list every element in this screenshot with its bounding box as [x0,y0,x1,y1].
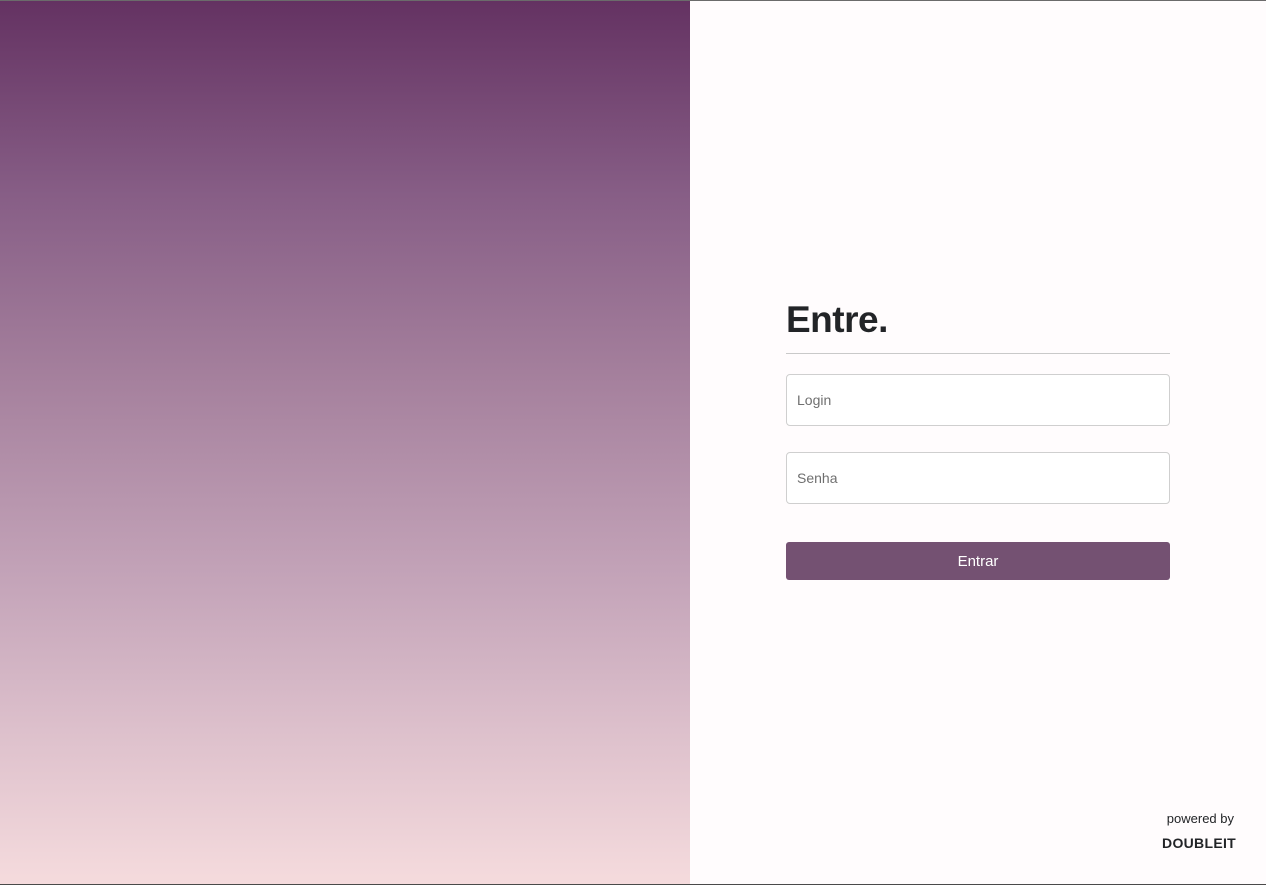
submit-button[interactable]: Entrar [786,542,1170,580]
login-form: Entre. Entrar [786,296,1170,580]
decorative-gradient-panel [0,1,690,884]
page-title: Entre. [786,299,888,340]
powered-by-label: powered by [1166,811,1234,826]
brand-logo-text: DOUBLEIT [1162,835,1236,851]
top-border [0,0,1266,1]
password-input[interactable] [786,452,1170,504]
login-input[interactable] [786,374,1170,426]
powered-by-credit: powered by DOUBLEIT [1162,810,1236,852]
heading-divider [786,353,1170,354]
